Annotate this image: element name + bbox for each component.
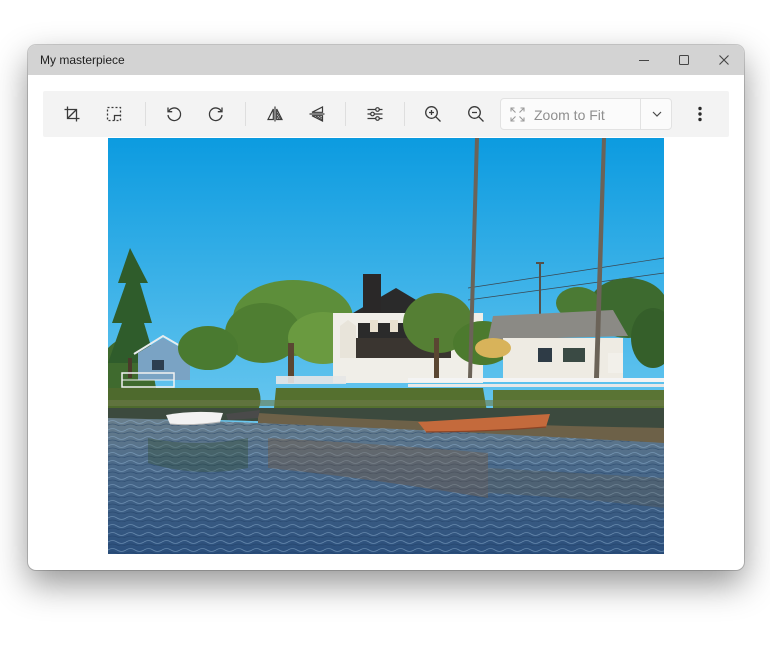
rotate-right-icon (208, 107, 223, 122)
more-vertical-icon (698, 106, 702, 122)
more-options-button[interactable] (684, 98, 716, 130)
flip-vertical-icon (309, 106, 325, 122)
zoom-label: Zoom to Fit (534, 107, 605, 123)
close-button[interactable] (704, 45, 744, 75)
zoom-divider (640, 99, 641, 129)
flip-horizontal-icon (267, 106, 283, 122)
image-canvas[interactable] (108, 138, 664, 554)
zoom-out-icon (468, 106, 484, 122)
fit-screen-icon (510, 107, 525, 122)
zoom-out-button[interactable] (460, 98, 492, 130)
rotate-left-icon (167, 107, 182, 122)
flip-vertical-button[interactable] (301, 98, 333, 130)
minimize-button[interactable] (624, 45, 664, 75)
zoom-dropdown-button[interactable] (642, 99, 672, 129)
zoom-in-icon (425, 106, 441, 122)
rotate-right-button[interactable] (200, 98, 232, 130)
adjustments-icon (367, 107, 383, 121)
editor-toolbar: Zoom to Fit (43, 91, 729, 137)
crop-button[interactable] (56, 98, 88, 130)
adjustments-button[interactable] (359, 98, 391, 130)
window-title: My masterpiece (40, 53, 125, 67)
toolbar-separator (345, 102, 346, 126)
crop-icon (64, 106, 80, 122)
select-button[interactable] (98, 98, 130, 130)
close-icon (719, 55, 729, 65)
photo (108, 138, 664, 554)
minimize-icon (639, 60, 649, 61)
chevron-down-icon (652, 111, 662, 117)
app-window: My masterpiece Zoom to Fit (28, 45, 744, 570)
rotate-left-button[interactable] (158, 98, 190, 130)
flip-horizontal-button[interactable] (259, 98, 291, 130)
toolbar-separator (145, 102, 146, 126)
zoom-level-dropdown[interactable]: Zoom to Fit (500, 98, 672, 130)
zoom-in-button[interactable] (417, 98, 449, 130)
maximize-button[interactable] (664, 45, 704, 75)
select-icon (106, 106, 122, 122)
toolbar-separator (404, 102, 405, 126)
maximize-icon (679, 55, 689, 65)
title-bar[interactable]: My masterpiece (28, 45, 744, 75)
toolbar-separator (245, 102, 246, 126)
